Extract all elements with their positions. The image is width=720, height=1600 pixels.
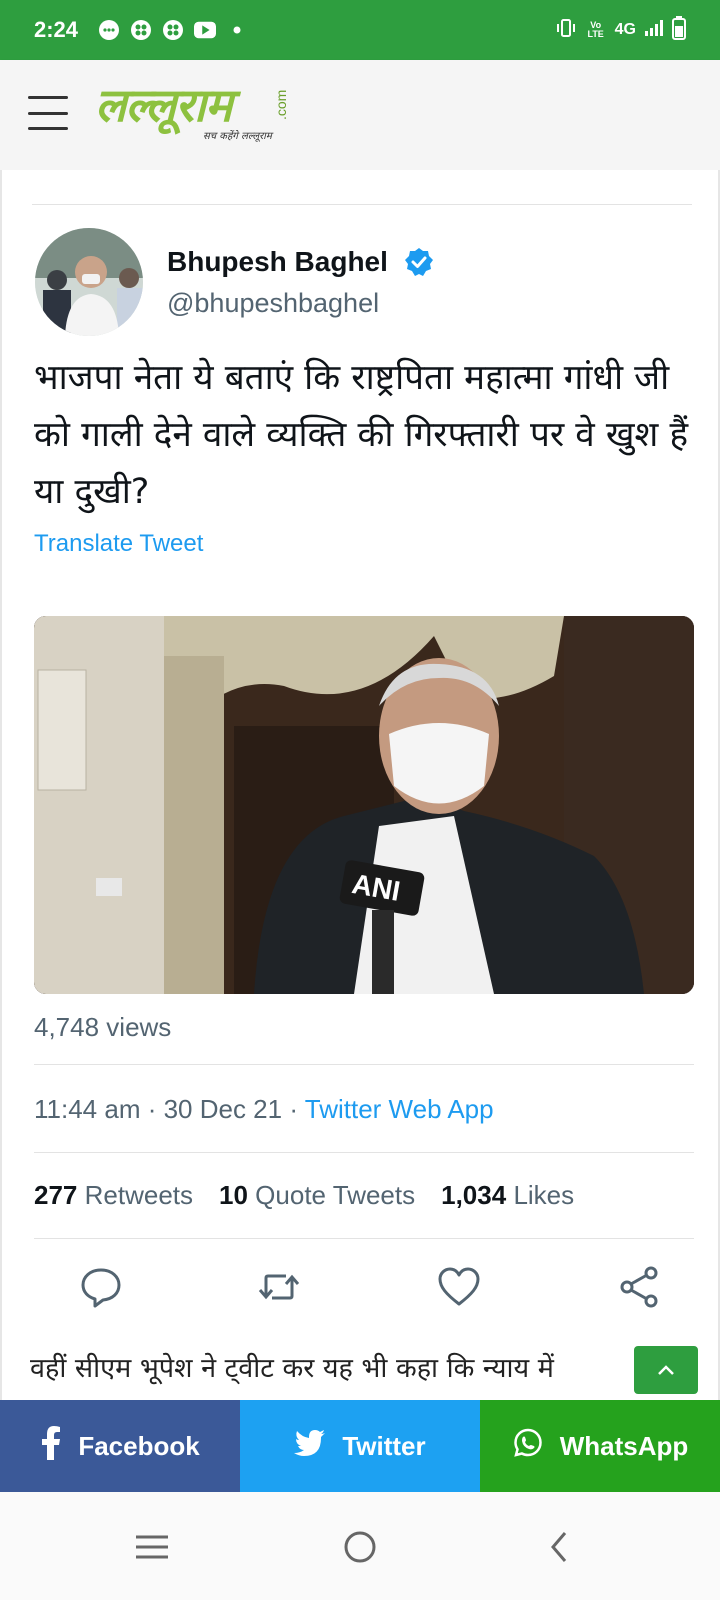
twitter-icon bbox=[294, 1429, 326, 1463]
status-bar: 2:24 Vo LTE 4G bbox=[0, 0, 720, 60]
battery-icon bbox=[672, 15, 686, 45]
facebook-icon bbox=[40, 1425, 62, 1467]
translate-tweet-link[interactable]: Translate Tweet bbox=[34, 530, 203, 558]
tweet-actions bbox=[62, 1264, 682, 1314]
like-icon[interactable] bbox=[436, 1264, 482, 1310]
retweets-count: 277 bbox=[34, 1180, 78, 1210]
tweet-source-link[interactable]: Twitter Web App bbox=[305, 1094, 494, 1124]
author-name[interactable]: Bhupesh Baghel bbox=[167, 246, 388, 278]
site-header: लल्लूराम .com सच कहेंगे लल्लूराम bbox=[0, 60, 720, 170]
quote-tweets-label: Quote Tweets bbox=[255, 1180, 416, 1210]
whatsapp-share-button[interactable]: WhatsApp bbox=[480, 1400, 720, 1492]
home-icon[interactable] bbox=[335, 1522, 385, 1572]
notification-icons bbox=[98, 19, 248, 41]
back-icon[interactable] bbox=[535, 1522, 585, 1572]
site-logo[interactable]: लल्लूराम .com सच कहेंगे लल्लूराम bbox=[95, 78, 295, 153]
twitter-share-button[interactable]: Twitter bbox=[240, 1400, 480, 1492]
chevron-up-icon bbox=[658, 1365, 674, 1375]
retweets-stat[interactable]: 277 Retweets bbox=[34, 1180, 193, 1211]
likes-label: Likes bbox=[513, 1180, 575, 1210]
avatar[interactable] bbox=[35, 228, 143, 336]
status-time: 2:24 bbox=[34, 17, 79, 42]
divider bbox=[34, 1152, 694, 1153]
likes-count: 1,034 bbox=[441, 1180, 507, 1210]
tweet-text: भाजपा नेता ये बताएं कि राष्ट्रपिता महात्… bbox=[34, 358, 689, 512]
reply-icon[interactable] bbox=[78, 1264, 124, 1310]
verified-badge-icon bbox=[404, 247, 434, 277]
app-icon bbox=[162, 19, 184, 41]
likes-stat[interactable]: 1,034 Likes bbox=[441, 1180, 574, 1211]
app-icon bbox=[130, 19, 152, 41]
facebook-label: Facebook bbox=[78, 1430, 200, 1461]
system-navigation-bar bbox=[0, 1492, 720, 1600]
scroll-to-top-button[interactable] bbox=[634, 1346, 698, 1394]
share-icon[interactable] bbox=[616, 1264, 662, 1310]
network-label: 4G bbox=[614, 21, 636, 38]
menu-icon[interactable] bbox=[28, 96, 68, 130]
quote-tweets-stat[interactable]: 10 Quote Tweets bbox=[219, 1180, 415, 1211]
quote-tweets-count: 10 bbox=[219, 1180, 248, 1210]
tweet-timestamp[interactable]: 11:44 am · 30 Dec 21 · bbox=[34, 1094, 305, 1124]
recent-apps-icon[interactable] bbox=[128, 1522, 178, 1572]
twitter-label: Twitter bbox=[342, 1430, 426, 1461]
article-paragraph: वहीं सीएम भूपेश ने ट्वीट कर यह भी कहा कि… bbox=[30, 1353, 554, 1384]
logo-domain: .com bbox=[273, 89, 289, 120]
engagement-stats: 277 Retweets 10 Quote Tweets 1,034 Likes bbox=[34, 1180, 574, 1211]
author-handle[interactable]: @bhupeshbaghel bbox=[167, 288, 379, 319]
whatsapp-icon bbox=[512, 1427, 544, 1466]
whatsapp-label: WhatsApp bbox=[559, 1430, 689, 1461]
share-bar: Facebook Twitter WhatsApp bbox=[0, 1400, 720, 1492]
tweet-meta: 11:44 am · 30 Dec 21 · Twitter Web App bbox=[34, 1094, 494, 1125]
system-indicators: Vo LTE 4G bbox=[555, 15, 686, 45]
facebook-share-button[interactable]: Facebook bbox=[0, 1400, 240, 1492]
divider bbox=[34, 1064, 694, 1065]
divider bbox=[32, 204, 692, 205]
messages-icon bbox=[98, 19, 120, 41]
embedded-tweet: Bhupesh Baghel @bhupeshbaghel भाजपा नेता… bbox=[0, 170, 720, 1400]
retweets-label: Retweets bbox=[84, 1180, 194, 1210]
youtube-icon bbox=[194, 19, 217, 41]
views-count: 4,748 views bbox=[34, 1012, 172, 1042]
retweet-icon[interactable] bbox=[256, 1264, 302, 1310]
logo-text: लल्लूराम bbox=[95, 78, 232, 132]
tweet-media-image[interactable]: ANI bbox=[34, 616, 694, 994]
dot-icon bbox=[226, 19, 248, 41]
volte-label: Vo LTE bbox=[587, 20, 604, 39]
divider bbox=[34, 1238, 694, 1239]
signal-icon bbox=[644, 19, 664, 42]
logo-tagline: सच कहेंगे लल्लूराम bbox=[203, 131, 272, 142]
vibrate-icon bbox=[555, 18, 577, 42]
